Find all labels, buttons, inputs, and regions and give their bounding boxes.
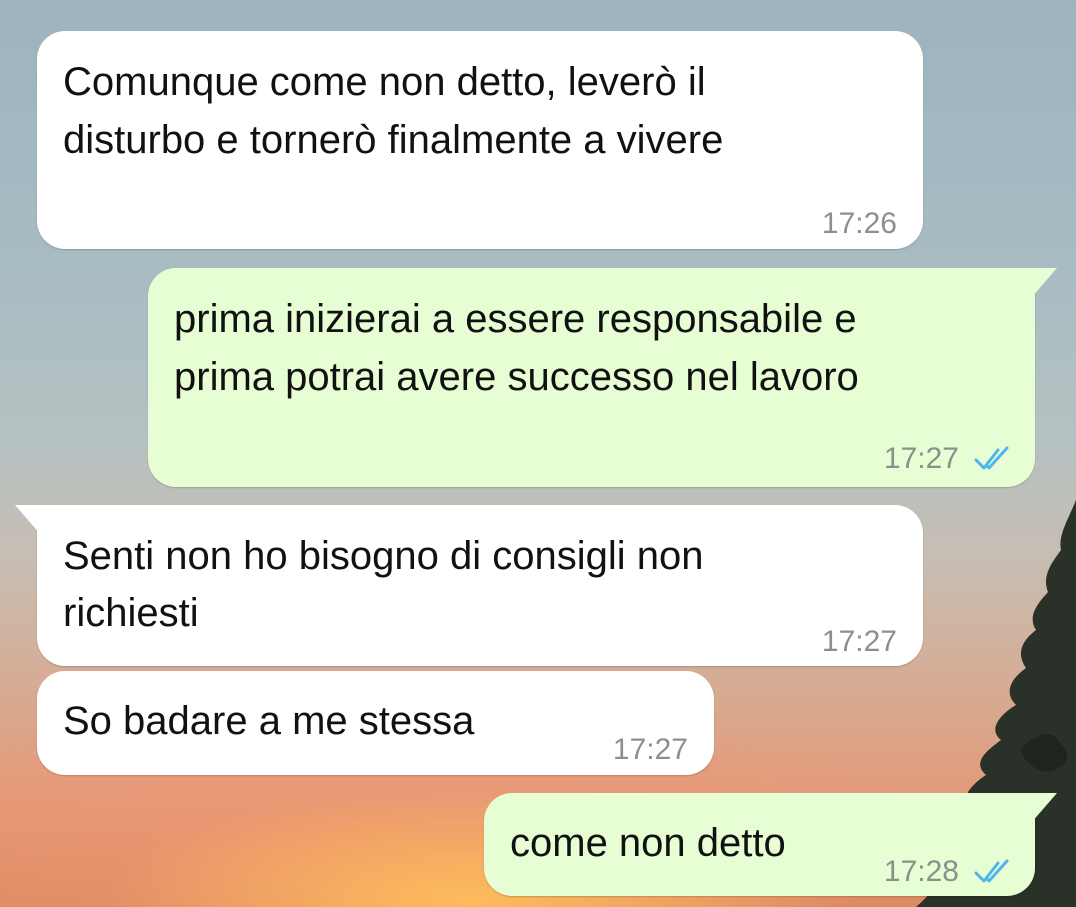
message-timestamp: 17:27 (612, 733, 688, 766)
double-check-icon (974, 859, 1009, 883)
message-meta: 17:28 (884, 843, 1013, 901)
message-bubble-incoming[interactable]: So badare a me stessa 17:27 (37, 671, 714, 775)
message-timestamp: 17:27 (883, 442, 959, 475)
message-bubble-outgoing[interactable]: come non detto 17:28 (484, 793, 1057, 896)
message-text: Comunque come non detto, leverò il (63, 60, 706, 104)
message-meta: 17:26 (822, 195, 897, 253)
message-text: prima inizierai a essere responsabile e (174, 297, 857, 341)
message-bubble-outgoing[interactable]: prima inizierai a essere responsabile e … (148, 268, 1057, 488)
message-timestamp: 17:28 (883, 855, 959, 888)
message-text: prima potrai avere successo nel lavoro (174, 355, 859, 399)
message-bubble-incoming[interactable]: Senti non ho bisogno di consigli non ric… (15, 505, 923, 666)
message-timestamp: 17:27 (821, 625, 897, 658)
message-timestamp: 17:26 (821, 207, 897, 240)
bubble-tail (1031, 793, 1057, 823)
message-meta: 17:27 (613, 721, 688, 779)
message-text: So badare a me stessa (63, 699, 475, 743)
message-text: Senti non ho bisogno di consigli non (63, 534, 704, 578)
message-meta: 17:27 (822, 613, 897, 671)
bubble-tail (1031, 268, 1057, 298)
double-check-icon (974, 446, 1009, 470)
message-text: disturbo e tornerò finalmente a vivere (63, 118, 724, 162)
message-text: richiesti (63, 591, 199, 635)
message-text: come non detto (510, 821, 786, 865)
bubble-tail (15, 505, 41, 535)
message-meta: 17:27 (884, 430, 1013, 488)
message-bubble-incoming[interactable]: Comunque come non detto, leverò il distu… (37, 31, 923, 249)
